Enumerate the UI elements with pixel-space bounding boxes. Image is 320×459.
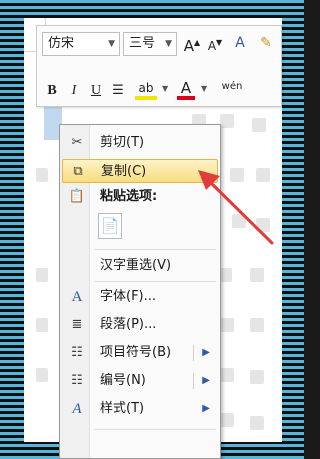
highlight-button[interactable]: ab bbox=[133, 80, 159, 102]
submenu-divider bbox=[193, 345, 194, 361]
blurred-text bbox=[250, 370, 264, 384]
menu-item-label: 字体(F)... bbox=[100, 289, 157, 304]
shrink-font-icon: A bbox=[207, 39, 217, 53]
format-painter-icon: A bbox=[235, 35, 245, 51]
phonetic-guide-icon: wén bbox=[221, 81, 243, 92]
menu-item-label: 编号(N) bbox=[100, 373, 146, 388]
highlight-color-bar bbox=[135, 96, 157, 100]
blurred-text bbox=[220, 413, 234, 427]
menu-item-bullets[interactable]: ☷ 项目符号(B) ▶ bbox=[62, 341, 218, 365]
underline-icon: U bbox=[90, 83, 102, 98]
menu-item-label: 复制(C) bbox=[101, 164, 147, 179]
menu-separator bbox=[94, 249, 216, 250]
blurred-text bbox=[36, 318, 48, 332]
menu-separator bbox=[94, 429, 216, 430]
blurred-text bbox=[250, 416, 264, 430]
menu-item-label: 段落(P)... bbox=[100, 317, 157, 332]
font-icon: A bbox=[71, 289, 83, 305]
menu-item-paste-options: 📋 粘贴选项: bbox=[62, 185, 218, 209]
font-color-bar bbox=[177, 96, 195, 100]
chevron-down-icon: ▼ bbox=[108, 39, 115, 49]
font-name-value: 仿宋 bbox=[48, 36, 75, 51]
font-color-button[interactable]: A bbox=[175, 79, 197, 102]
mini-toolbar: 仿宋 ▼ 三号 ▼ A▲ A▼ A ✎ B I U ☰ ab ▼ A ▼ wén bbox=[36, 25, 282, 107]
menu-item-label: 剪切(T) bbox=[100, 135, 145, 150]
paintbrush-button[interactable]: ✎ bbox=[255, 32, 277, 54]
center-align-button[interactable]: ☰ bbox=[109, 80, 127, 102]
bold-button[interactable]: B bbox=[43, 80, 61, 102]
menu-item-label: 样式(T) bbox=[100, 401, 145, 416]
font-size-value: 三号 bbox=[129, 36, 156, 51]
blurred-text bbox=[220, 368, 234, 382]
font-color-icon: A bbox=[180, 79, 192, 97]
blurred-text bbox=[220, 114, 234, 128]
phonetic-guide-button[interactable]: wén bbox=[219, 80, 245, 102]
menu-item-label: 汉字重选(V) bbox=[100, 258, 172, 273]
paste-icon: 📄 bbox=[100, 217, 120, 235]
font-name-select[interactable]: 仿宋 ▼ bbox=[42, 32, 120, 56]
menu-item-reconvert[interactable]: 汉字重选(V) bbox=[62, 254, 218, 278]
menu-item-label: 项目符号(B) bbox=[100, 345, 172, 360]
styles-icon: A bbox=[72, 401, 82, 417]
chevron-down-icon: ▼ bbox=[165, 39, 172, 49]
format-painter-button[interactable]: A bbox=[229, 32, 251, 54]
menu-item-paragraph[interactable]: ≣ 段落(P)... bbox=[62, 313, 218, 337]
italic-icon: I bbox=[71, 83, 77, 98]
align-center-icon: ☰ bbox=[112, 83, 124, 98]
bold-icon: B bbox=[47, 83, 57, 98]
highlight-icon: ab bbox=[138, 81, 154, 95]
blurred-text bbox=[252, 118, 266, 132]
menu-item-numbering[interactable]: ☷ 编号(N) ▶ bbox=[62, 369, 218, 393]
menu-separator bbox=[94, 281, 216, 282]
blurred-text bbox=[36, 168, 48, 182]
blurred-text bbox=[36, 368, 48, 382]
paintbrush-icon: ✎ bbox=[260, 35, 272, 51]
blurred-text bbox=[256, 218, 270, 232]
chevron-right-icon: ▶ bbox=[202, 403, 210, 414]
chevron-right-icon: ▶ bbox=[202, 347, 210, 358]
blurred-text bbox=[220, 318, 234, 332]
blurred-text bbox=[230, 168, 244, 182]
submenu-divider bbox=[193, 373, 194, 389]
grow-font-button[interactable]: A▲ bbox=[182, 32, 202, 55]
underline-button[interactable]: U bbox=[87, 80, 105, 102]
blurred-text bbox=[232, 214, 246, 228]
blurred-text bbox=[250, 268, 264, 282]
blurred-text bbox=[256, 168, 270, 182]
scissors-icon: ✂ bbox=[71, 135, 83, 150]
shrink-font-button[interactable]: A▼ bbox=[205, 32, 225, 54]
italic-button[interactable]: I bbox=[65, 80, 83, 102]
context-menu: ✂ 剪切(T) ⧉ 复制(C) 📋 粘贴选项: 📄 汉字重选(V) A 字体(F… bbox=[59, 124, 221, 459]
paragraph-icon: ≣ bbox=[71, 317, 83, 332]
blurred-text bbox=[36, 268, 48, 282]
bullets-icon: ☷ bbox=[71, 345, 83, 360]
menu-item-label: 粘贴选项: bbox=[100, 189, 158, 204]
chevron-down-icon[interactable]: ▼ bbox=[162, 84, 168, 93]
clipboard-icon: 📋 bbox=[68, 189, 86, 204]
chevron-down-icon[interactable]: ▼ bbox=[201, 84, 207, 93]
blurred-text bbox=[250, 318, 264, 332]
font-size-select[interactable]: 三号 ▼ bbox=[123, 32, 177, 56]
menu-item-styles[interactable]: A 样式(T) ▶ bbox=[62, 397, 218, 421]
menu-item-font[interactable]: A 字体(F)... bbox=[62, 285, 218, 309]
grow-font-icon: A bbox=[183, 37, 195, 55]
paste-keep-text-only-button[interactable]: 📄 bbox=[98, 213, 122, 239]
menu-item-cut[interactable]: ✂ 剪切(T) bbox=[62, 131, 218, 155]
numbering-icon: ☷ bbox=[71, 373, 83, 388]
copy-icon: ⧉ bbox=[73, 164, 83, 179]
chevron-right-icon: ▶ bbox=[202, 375, 210, 386]
menu-item-copy[interactable]: ⧉ 复制(C) bbox=[62, 159, 218, 183]
